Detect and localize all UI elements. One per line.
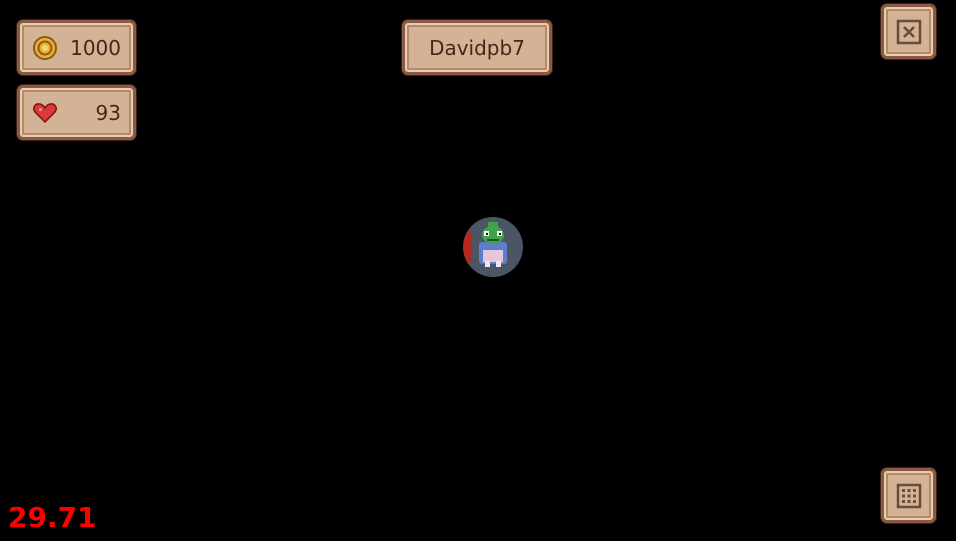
grid-icon [896,483,921,508]
coin-icon [33,35,57,60]
coin-counter: 1000 [17,20,136,75]
menu-grid-button[interactable] [881,468,936,523]
coin-count: 1000 [70,35,121,60]
player-character[interactable] [462,216,524,278]
close-button[interactable] [881,4,936,59]
health-value: 93 [95,100,121,125]
body [483,250,503,262]
player-name: Davidpb7 [429,35,525,60]
close-icon [896,19,921,44]
fps-counter: 29.71 [8,501,97,534]
player-name-plate: Davidpb7 [402,20,552,75]
heart-icon [33,102,57,123]
health-counter: 93 [17,85,136,140]
